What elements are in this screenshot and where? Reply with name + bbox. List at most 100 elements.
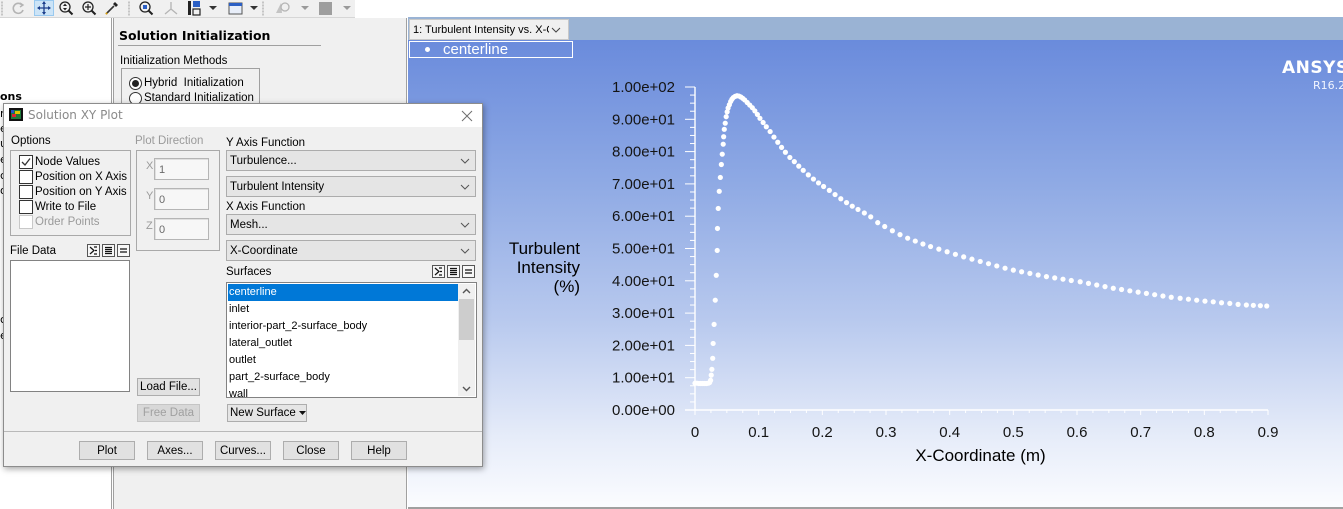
data-point [855, 206, 861, 213]
graphics-window: 1: Turbulent Intensity vs. X-C 0.00e+00 1… [408, 17, 1343, 507]
chevron-down-icon [460, 248, 470, 254]
z-direction-input[interactable]: 0 [154, 218, 209, 240]
surface-list-item[interactable]: interior-part_2-surface_body [228, 318, 458, 335]
toolbar-grip[interactable] [128, 1, 130, 16]
axis-triad-icon[interactable] [162, 0, 180, 16]
deselect-all-surfaces-button[interactable] [447, 265, 460, 278]
scroll-up-icon[interactable] [461, 287, 472, 295]
y-direction-input[interactable]: 0 [154, 188, 209, 210]
collapse-files-button[interactable] [117, 244, 130, 257]
close-button[interactable]: Close [283, 441, 339, 460]
data-point [709, 366, 715, 372]
color-dropdown-arrow-icon[interactable] [343, 6, 351, 10]
chart-legend[interactable]: centerline [409, 41, 573, 58]
plot-area[interactable]: 0.00e+00 1.00e+01 2.00e+01 3.00e+01 4.00e+01… [408, 40, 1343, 507]
tree-heading-fragment[interactable]: ons [0, 90, 22, 103]
surfaces-label: Surfaces [226, 266, 272, 278]
zoom-in-out-icon[interactable] [57, 0, 75, 16]
new-surface-dropdown[interactable]: New Surface [227, 404, 307, 422]
hybrid-initialization-radio[interactable]: Hybrid Initialization [129, 76, 244, 90]
x-axis-category-dropdown[interactable]: Mesh... [226, 214, 476, 235]
surfaces-list[interactable]: centerline inlet interior-part_2-surface… [226, 282, 477, 398]
color-icon[interactable] [317, 0, 333, 16]
y-axis-category-dropdown[interactable]: Turbulence... [226, 150, 476, 171]
surface-list-item[interactable]: wall [228, 386, 458, 397]
data-point [1168, 294, 1174, 300]
radio-button-icon[interactable] [129, 76, 142, 90]
lights-icon[interactable] [272, 0, 292, 16]
layout-dropdown-arrow-icon[interactable] [209, 6, 217, 10]
checkbox-icon[interactable] [19, 200, 33, 214]
file-data-list[interactable] [10, 260, 130, 392]
x-tick-label: 0.5 [1003, 424, 1024, 441]
fit-to-window-icon[interactable] [137, 0, 155, 16]
dropdown-value: X-Coordinate [230, 244, 298, 257]
x-axis-title: X-Coordinate (m) [915, 446, 1045, 465]
lights-dropdown-arrow-icon[interactable] [301, 6, 309, 10]
y-axis-quantity-dropdown[interactable]: Turbulent Intensity [226, 176, 476, 197]
select-all-surfaces-button[interactable] [432, 265, 445, 278]
y-direction-label: Y [146, 190, 154, 202]
data-point [716, 188, 722, 194]
free-data-button[interactable]: Free Data [137, 404, 200, 422]
surface-list-item[interactable]: outlet [228, 352, 458, 369]
position-on-x-axis-checkbox[interactable]: Position on X Axis [19, 170, 127, 184]
data-point [796, 163, 802, 169]
data-point [757, 115, 763, 121]
surface-list-item[interactable]: lateral_outlet [228, 335, 458, 352]
data-point [1257, 303, 1263, 309]
probe-icon[interactable] [103, 0, 121, 16]
select-all-files-button[interactable] [87, 244, 100, 257]
ansys-logo: ANSYS [1282, 58, 1343, 78]
zoom-to-area-icon[interactable] [80, 0, 98, 16]
rotate-icon[interactable] [9, 0, 27, 16]
scroll-down-icon[interactable] [461, 385, 472, 393]
data-point [767, 128, 773, 135]
data-point [1227, 300, 1233, 307]
curves-button[interactable]: Curves... [215, 441, 271, 460]
x-axis-quantity-dropdown[interactable]: X-Coordinate [226, 240, 476, 261]
data-point [775, 139, 781, 145]
checkbox-icon[interactable] [19, 215, 33, 229]
data-point [944, 249, 950, 255]
checkbox-icon[interactable] [19, 185, 33, 199]
view-dropdown-arrow-icon[interactable] [250, 6, 258, 10]
pan-icon[interactable] [34, 0, 54, 16]
dialog-title-bar[interactable]: Solution XY Plot [4, 104, 482, 127]
data-point [821, 183, 827, 190]
collapse-surfaces-button[interactable] [462, 265, 475, 278]
legend-label: centerline [443, 41, 509, 58]
checkbox-icon[interactable] [19, 170, 33, 184]
surface-list-item[interactable]: part_2-surface_body [228, 369, 458, 386]
chevron-down-icon[interactable] [549, 25, 563, 35]
position-on-y-axis-checkbox[interactable]: Position on Y Axis [19, 185, 127, 199]
close-icon[interactable] [459, 108, 475, 124]
node-values-checkbox[interactable]: Node Values [19, 155, 100, 169]
deselect-all-files-button[interactable] [102, 244, 115, 257]
surfaces-scrollbar[interactable] [458, 284, 475, 396]
data-point [782, 149, 789, 155]
checkbox-label: Position on Y Axis [35, 186, 127, 198]
load-file-button[interactable]: Load File... [137, 378, 200, 396]
toolbar-grip[interactable] [1, 1, 3, 16]
fluent-app-icon [9, 108, 23, 121]
layout-icon[interactable] [186, 0, 202, 16]
view-icon[interactable] [227, 0, 243, 16]
dropdown-value: Turbulence... [230, 154, 297, 167]
axes-button[interactable]: Axes... [147, 441, 203, 460]
toolbar-grip[interactable] [262, 1, 264, 16]
write-to-file-checkbox[interactable]: Write to File [19, 200, 96, 214]
chevron-down-icon [460, 184, 470, 190]
equals-icon [465, 269, 472, 274]
surface-list-item[interactable]: centerline [228, 284, 458, 301]
help-button[interactable]: Help [351, 441, 407, 460]
checkbox-label: Order Points [35, 216, 100, 228]
plot-button[interactable]: Plot [79, 441, 135, 460]
surface-list-item[interactable]: inlet [228, 301, 458, 318]
scrollbar-thumb[interactable] [459, 299, 474, 340]
graphics-window-selector[interactable]: 1: Turbulent Intensity vs. X-C [409, 19, 569, 40]
order-points-checkbox[interactable]: Order Points [19, 215, 100, 229]
list-icon [105, 246, 112, 255]
x-direction-input[interactable]: 1 [154, 158, 209, 180]
checkbox-icon[interactable] [19, 155, 33, 169]
